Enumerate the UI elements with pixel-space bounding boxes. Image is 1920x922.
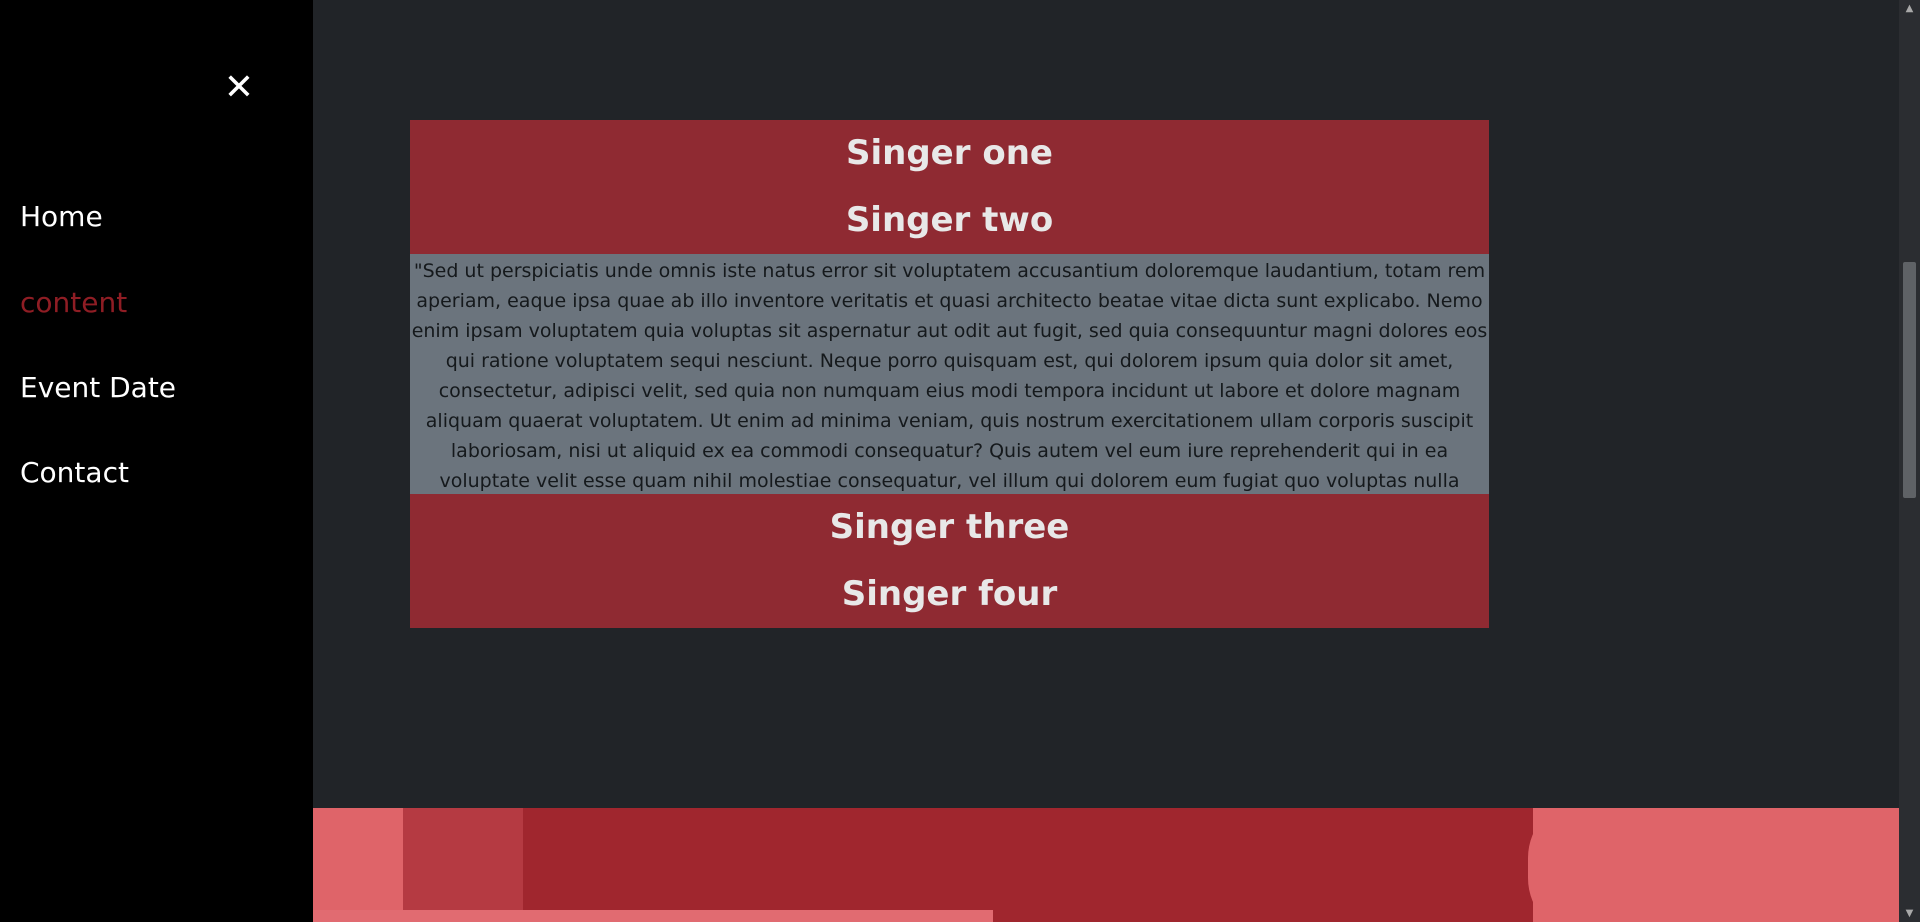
vertical-scrollbar[interactable]: ▲ ▼ (1899, 0, 1920, 922)
side-navigation: ✕ Home content Event Date Contact (0, 0, 313, 922)
singers-accordion: Singer one Singer two "Sed ut perspiciat… (410, 120, 1489, 628)
scroll-down-icon[interactable]: ▼ (1899, 905, 1920, 922)
close-icon[interactable]: ✕ (220, 64, 258, 112)
accordion-header-singer-three[interactable]: Singer three (410, 494, 1489, 561)
scroll-up-icon[interactable]: ▲ (1899, 0, 1920, 17)
hero-image-section (313, 808, 1899, 922)
scrollbar-thumb[interactable] (1903, 262, 1916, 498)
main-content: Singer one Singer two "Sed ut perspiciat… (313, 0, 1899, 922)
nav-item-contact[interactable]: Contact (20, 453, 129, 493)
hero-image-bottom-strip (313, 910, 993, 922)
accordion-header-singer-four[interactable]: Singer four (410, 561, 1489, 628)
nav-item-event-date[interactable]: Event Date (20, 368, 176, 408)
nav-item-home[interactable]: Home (20, 197, 103, 237)
nav-item-content[interactable]: content (20, 283, 127, 323)
hero-image-dark-area (523, 808, 1533, 922)
hero-image-light-area (1528, 808, 1668, 922)
accordion-header-singer-two[interactable]: Singer two (410, 187, 1489, 254)
accordion-panel-singer-two: "Sed ut perspiciatis unde omnis iste nat… (410, 254, 1489, 494)
accordion-header-singer-one[interactable]: Singer one (410, 120, 1489, 187)
